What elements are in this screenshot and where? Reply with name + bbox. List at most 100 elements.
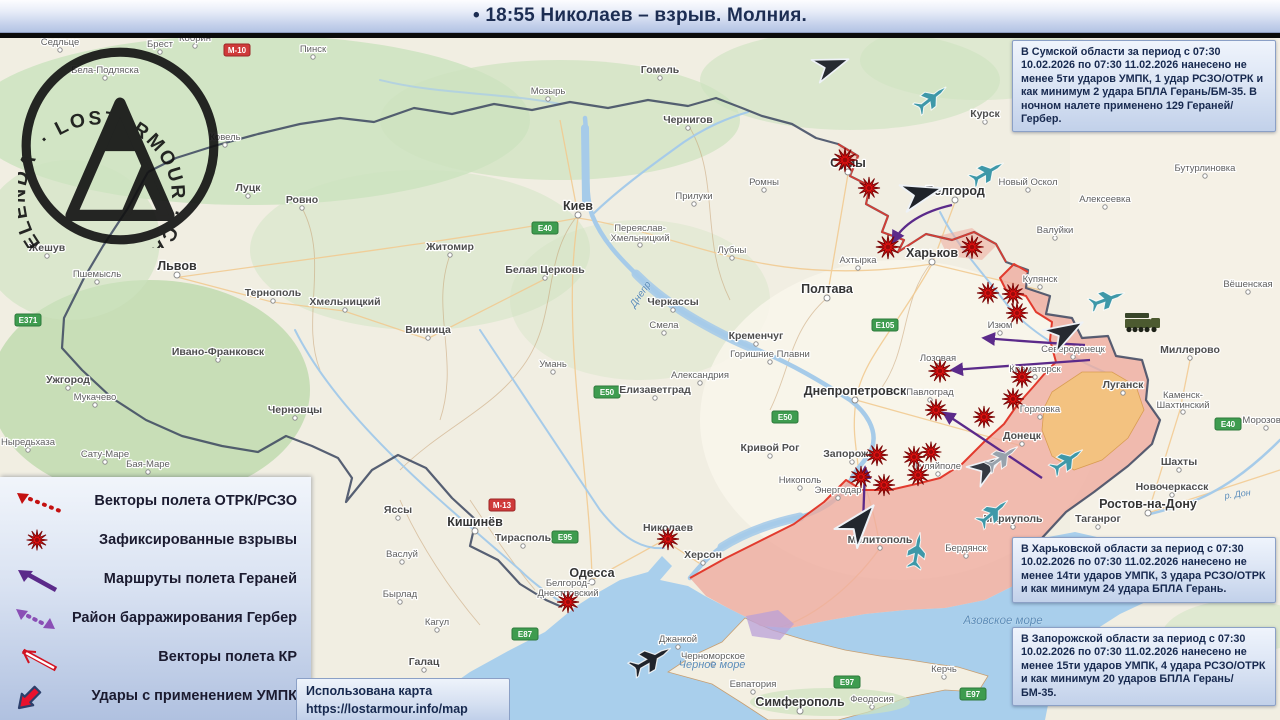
svg-text:E40: E40 [1221,420,1236,429]
city-dot [1187,355,1193,361]
explosion-burst-icon [8,525,70,555]
legend-label: Удары с применением УМПК [91,687,297,704]
road-badge: E95 [551,530,579,544]
city-dot [685,125,691,131]
city-dot [342,307,348,313]
city-label: Чернигов [663,114,713,126]
city-dot [855,265,861,271]
legend-row-otrk: Векторы полета ОТРК/РСЗО [0,481,311,520]
svg-text:E95: E95 [558,533,573,542]
city-dot [753,341,759,347]
city-label: Никополь [779,475,821,486]
city-dot [1169,492,1175,498]
city-dot [292,415,298,421]
city-dot [691,201,697,207]
city-label: Энергодар [814,485,861,496]
city-label: Тирасполь [495,532,552,544]
city-dot [761,187,767,193]
city-label: Умань [539,359,567,370]
dotted-red-arrow-icon [8,486,70,516]
city-dot [1032,374,1038,380]
purple-dashed-double-arrow-icon [8,603,70,633]
city-label: Тернополь [245,287,302,299]
city-label: Сату-Маре [81,449,129,460]
red-outline-arrow-icon [8,642,70,672]
city-dot [1070,354,1076,360]
city-label: Черкассы [647,296,698,308]
city-dot [222,142,228,148]
city-label: Александрия [671,370,729,381]
legend-row-geran: Маршруты полета Гераней [0,559,311,598]
road-badge: E97 [833,675,861,689]
city-label: Хмельницкий [309,296,380,308]
city-label: Бутурлиновка [1175,163,1237,174]
city-label: Миллерово [1160,344,1220,356]
road-badge: М-13 [488,498,516,512]
city-dot [94,279,100,285]
city-dot [1010,524,1016,530]
city-label: Черновцы [268,404,322,416]
city-label: Луганск [1103,379,1145,391]
purple-arrow-icon [8,564,70,594]
city-dot [729,255,735,261]
city-dot [1245,289,1251,295]
road-badge: E87 [511,627,539,641]
city-label: Феодосия [850,694,894,705]
city-label: Ровно [286,194,318,206]
road-badge: М-10 [223,43,251,57]
water-label: Азовское море [962,615,1042,627]
city-label: Львов [157,259,197,273]
svg-text:E50: E50 [600,388,615,397]
city-label: Житомир [425,241,474,253]
city-dot [102,459,108,465]
road-badge: E40 [531,221,559,235]
city-dot [1176,467,1182,473]
city-dot [767,359,773,365]
legend-row-kr: Векторы полета КР [0,637,311,676]
city-label: Бая-Маре [126,459,170,470]
city-label: Кагул [425,617,449,628]
svg-text:E87: E87 [518,630,533,639]
legend-label: Векторы полета КР [158,648,297,665]
city-label: Валуйки [1037,225,1074,236]
svg-text:E97: E97 [840,678,855,687]
city-label: Пшемысль [73,269,121,280]
city-label: Смела [649,320,679,331]
city-label: Полтава [801,282,854,296]
city-label: Морозовск [1242,415,1280,426]
city-label: Днепропетровск [804,384,907,398]
city-label: Херсон [684,549,722,561]
city-label: Кишинёв [447,515,503,529]
city-dot [299,205,305,211]
attribution-url[interactable]: https://lostarmour.info/map [306,700,500,718]
city-label: Лозовая [920,353,956,364]
city-label: Лубны [718,245,747,256]
city-label: Северодонецк [1041,344,1106,355]
city-dot [270,298,276,304]
map-attribution: Использована карта https://lostarmour.in… [296,678,510,720]
map-legend: Векторы полета ОТРК/РСЗО Зафиксированные… [0,477,311,720]
city-label: Киев [563,199,593,213]
city-dot [397,599,403,605]
legend-row-gerber: Район барражирования Гербер [0,598,311,637]
city-dot [1263,425,1269,431]
city-label: Гомель [641,64,680,76]
city-dot [1019,441,1025,447]
city-label: Кривой Рог [741,442,801,454]
city-dot [1095,524,1101,530]
legend-label: Маршруты полета Гераней [103,570,297,587]
city-label: Хмельницкий [610,233,669,244]
city-dot [700,560,706,566]
city-label: Елизаветград [619,384,691,396]
city-dot [982,119,988,125]
city-dot [1037,284,1043,290]
legend-label: Векторы полета ОТРК/РСЗО [94,492,297,509]
city-dot [1025,187,1031,193]
city-dot [670,307,676,313]
road-badge: E97 [959,687,987,701]
info-box-kharkiv: В Харьковской области за период с 07:30 … [1012,537,1276,603]
city-label: Купянск [1023,274,1059,285]
city-dot [657,75,663,81]
news-ticker-bar: • 18:55 Николаев – взрыв. Молния. [0,0,1280,33]
city-label: Винница [405,324,451,336]
